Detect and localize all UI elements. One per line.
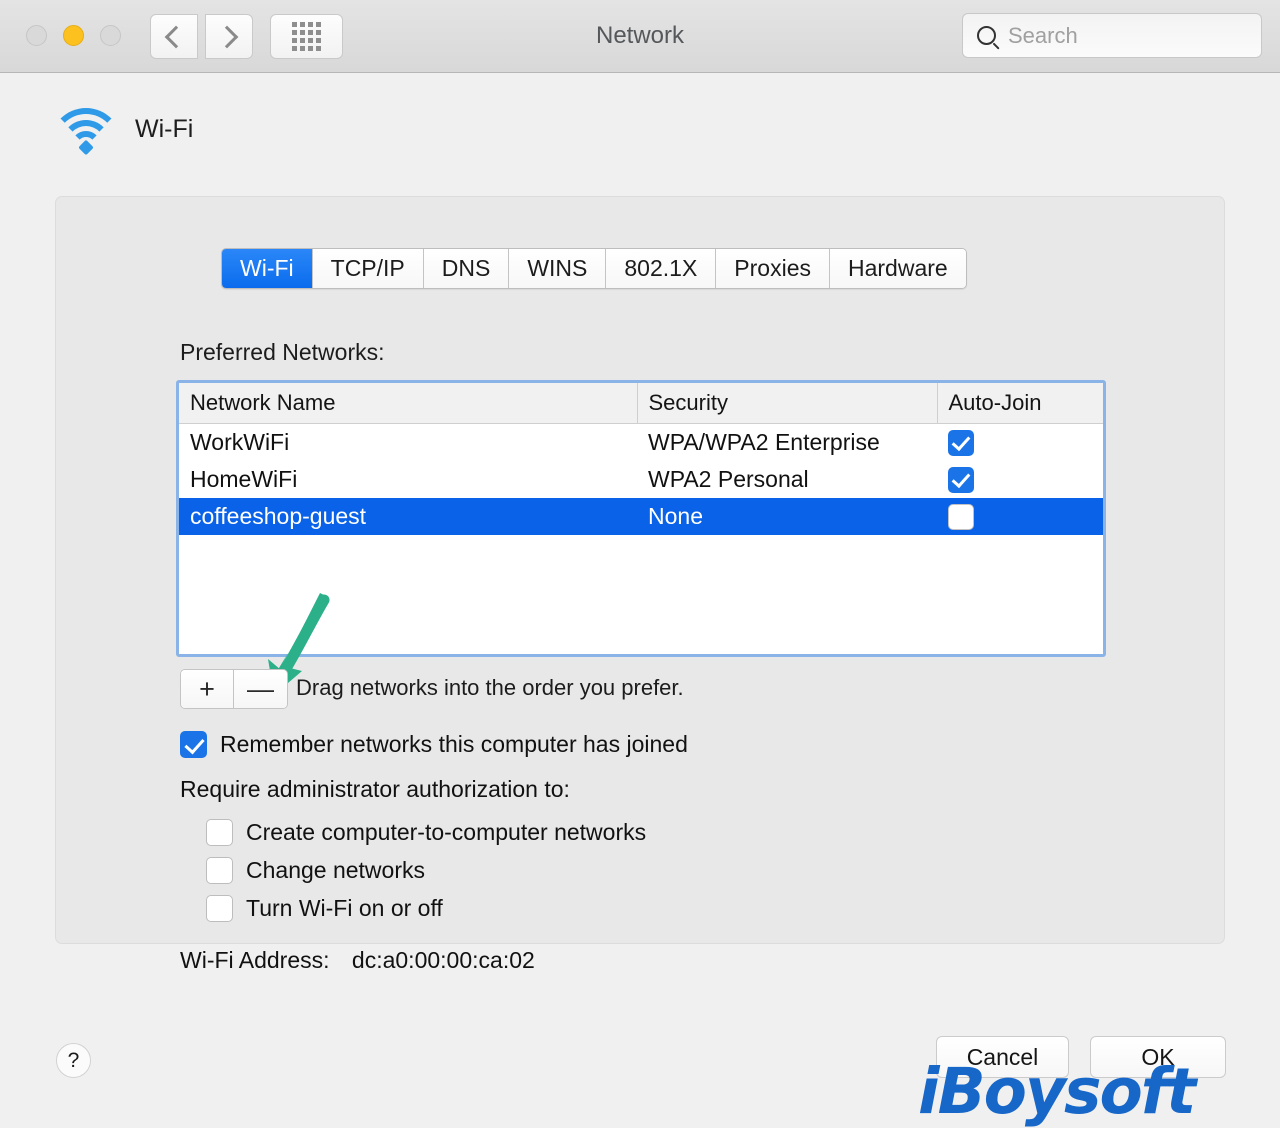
require-admin-label: Require administrator authorization to: — [180, 776, 570, 802]
auto-join-checkbox[interactable] — [948, 503, 974, 530]
tab-wifi[interactable]: Wi-Fi — [222, 249, 313, 288]
change-networks-checkbox[interactable] — [206, 857, 233, 884]
search-field[interactable]: Search — [962, 13, 1262, 58]
cell-network-name: coffeeshop-guest — [179, 497, 637, 535]
preferred-networks-label: Preferred Networks: — [180, 339, 385, 365]
change-networks-row[interactable]: Change networks — [206, 857, 425, 884]
cell-security: WPA/WPA2 Enterprise — [648, 428, 880, 455]
cell-security: None — [637, 497, 937, 535]
cell-auto-join — [937, 424, 1103, 461]
tab-hardware[interactable]: Hardware — [830, 249, 966, 288]
add-network-button[interactable]: + — [181, 670, 234, 708]
create-computer-networks-label: Create computer-to-computer networks — [246, 819, 647, 845]
table-row[interactable]: WorkWiFi WPA/WPA2 Enterprise — [179, 424, 1103, 461]
remember-networks-label: Remember networks this computer has join… — [220, 731, 688, 757]
turn-wifi-row[interactable]: Turn Wi-Fi on or off — [206, 895, 443, 922]
create-computer-networks-checkbox[interactable] — [206, 819, 233, 846]
service-header: Wi-Fi — [50, 106, 194, 156]
tab-bar: Wi-Fi TCP/IP DNS WINS 802.1X Proxies Har… — [221, 248, 967, 289]
cell-network-name: WorkWiFi — [190, 428, 290, 455]
remember-networks-checkbox[interactable] — [180, 731, 207, 758]
drag-hint-text: Drag networks into the order you prefer. — [296, 675, 684, 700]
wifi-address-row: Wi-Fi Address: dc:a0:00:00:ca:02 — [180, 947, 535, 974]
tab-8021x[interactable]: 802.1X — [606, 249, 717, 288]
iboysoft-watermark: iBoysoft — [918, 1055, 1196, 1128]
auto-join-checkbox[interactable] — [948, 430, 974, 457]
table-row[interactable]: HomeWiFi WPA2 Personal — [179, 461, 1103, 498]
cell-auto-join — [937, 497, 1103, 535]
cell-network-name: HomeWiFi — [190, 465, 298, 492]
window-titlebar: Network Search — [0, 0, 1280, 73]
tab-tcpip[interactable]: TCP/IP — [312, 249, 424, 288]
turn-wifi-checkbox[interactable] — [206, 895, 233, 922]
column-header-network-name[interactable]: Network Name — [179, 383, 638, 424]
tab-proxies[interactable]: Proxies — [716, 249, 830, 288]
turn-wifi-label: Turn Wi-Fi on or off — [246, 895, 443, 921]
create-computer-networks-row[interactable]: Create computer-to-computer networks — [206, 819, 646, 846]
search-icon — [977, 26, 996, 45]
change-networks-label: Change networks — [246, 857, 425, 883]
network-pane: Wi-Fi Wi-Fi TCP/IP DNS WINS 802.1X Proxi… — [0, 73, 1280, 1128]
column-header-security[interactable]: Security — [637, 383, 938, 424]
tab-dns[interactable]: DNS — [423, 249, 510, 288]
table-row[interactable]: coffeeshop-guest None — [179, 497, 1103, 535]
cell-auto-join — [937, 461, 1103, 498]
wifi-icon — [50, 106, 122, 156]
preferred-networks-table[interactable]: Network Name Security Auto-Join WorkWiFi… — [176, 380, 1106, 657]
help-button[interactable]: ? — [56, 1043, 91, 1078]
column-header-auto-join[interactable]: Auto-Join — [937, 383, 1103, 424]
table-controls: + — — [180, 669, 288, 709]
wifi-address-label: Wi-Fi Address: — [180, 947, 330, 973]
search-input[interactable]: Search — [1008, 23, 1078, 49]
tab-wins[interactable]: WINS — [509, 249, 607, 288]
cell-security: WPA2 Personal — [648, 465, 809, 492]
table-header-row: Network Name Security Auto-Join — [179, 383, 1103, 424]
remember-networks-row[interactable]: Remember networks this computer has join… — [180, 731, 688, 758]
remove-network-button[interactable]: — — [234, 670, 287, 708]
service-name: Wi-Fi — [135, 114, 194, 143]
auto-join-checkbox[interactable] — [948, 466, 974, 493]
wifi-address-value: dc:a0:00:00:ca:02 — [351, 947, 535, 973]
